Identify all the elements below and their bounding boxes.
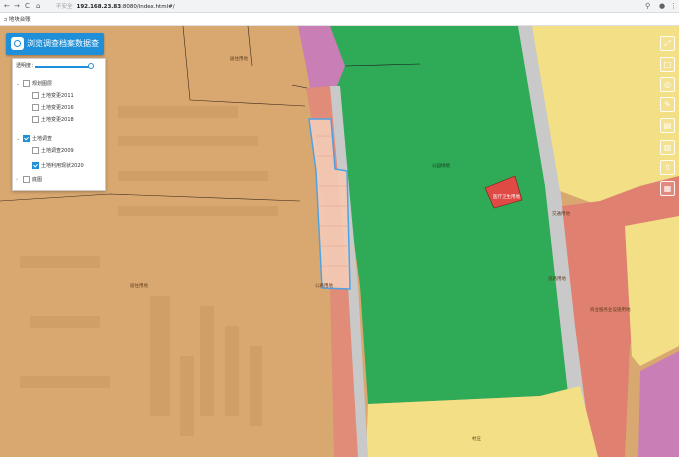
map-label: 交通用地 bbox=[552, 212, 570, 217]
map-label: 居住用地 bbox=[230, 57, 248, 62]
map-label: 公路用地 bbox=[315, 284, 333, 289]
export-icon[interactable]: ▤ bbox=[660, 118, 675, 133]
app-logo-icon bbox=[11, 37, 24, 50]
upload-icon[interactable]: ⇧ bbox=[660, 160, 675, 175]
layer-item[interactable]: 土地利用现状2020 bbox=[32, 162, 84, 171]
layer-label: 土地变更2011 bbox=[41, 93, 74, 99]
layer-item[interactable]: 土地变更2016 bbox=[32, 104, 74, 113]
zoom-extent-icon[interactable]: ⤢ bbox=[660, 36, 675, 51]
app-title-bar: 浏览调查档案数据查询系统 bbox=[6, 33, 104, 70]
layer-item[interactable]: 土地调查2009 bbox=[32, 147, 74, 156]
layer-checkbox[interactable] bbox=[23, 80, 30, 87]
menu-icon[interactable]: ⋮ bbox=[670, 1, 677, 11]
address-bar[interactable]: 不安全 192.168.23.83:8080/index.html#/ bbox=[56, 2, 175, 10]
layer-checkbox[interactable] bbox=[23, 176, 30, 183]
layer-item[interactable]: › 底图 bbox=[16, 176, 42, 185]
tab-title: 地块台账 bbox=[8, 17, 31, 23]
url-path: :8080/index.html#/ bbox=[121, 4, 175, 10]
map-label: 医疗卫生用地 bbox=[493, 195, 520, 200]
draw-icon[interactable]: ✎ bbox=[660, 97, 675, 112]
layer-checkbox[interactable] bbox=[32, 92, 39, 99]
layer-checkbox[interactable] bbox=[32, 104, 39, 111]
insecure-label: 不安全 bbox=[56, 4, 73, 10]
layer-checkbox[interactable] bbox=[32, 147, 39, 154]
print-icon[interactable]: ▦ bbox=[660, 181, 675, 196]
layer-checkbox[interactable] bbox=[32, 162, 39, 169]
layer-checkbox[interactable] bbox=[23, 135, 30, 142]
opacity-slider-handle[interactable] bbox=[88, 63, 94, 69]
select-icon[interactable]: □ bbox=[660, 57, 675, 72]
opacity-slider[interactable] bbox=[35, 66, 91, 68]
map-label: 商业服务业设施用地 bbox=[590, 308, 631, 313]
layer-label: 土地调查2009 bbox=[41, 148, 74, 154]
tab-bar: ↄ 地块台账 bbox=[0, 13, 679, 26]
layer-label: 规划图层 bbox=[32, 81, 53, 87]
opacity-label: 透明度： bbox=[16, 63, 37, 69]
layer-label: 土地变更2018 bbox=[41, 117, 74, 123]
layer-item[interactable]: ⌄ 规划图层 bbox=[16, 80, 52, 89]
layer-label: 土地利用现状2020 bbox=[41, 163, 84, 169]
back-icon[interactable]: ← bbox=[4, 1, 10, 11]
profile-icon[interactable]: ● bbox=[659, 1, 665, 11]
layer-item[interactable]: 土地变更2018 bbox=[32, 116, 74, 125]
chevron-down-icon[interactable]: ⌄ bbox=[16, 80, 23, 89]
layer-label: 底图 bbox=[32, 177, 43, 183]
map-label: 道路用地 bbox=[548, 277, 566, 282]
map-label: 村庄 bbox=[472, 437, 481, 442]
chevron-down-icon[interactable]: ⌄ bbox=[16, 135, 23, 144]
layer-panel: 透明度： ⌄ 规划图层 土地变更2011 土地变更2016 土地变更2018 ⌄ 土… bbox=[12, 58, 106, 191]
tab-current[interactable]: ↄ 地块台账 bbox=[4, 15, 31, 23]
home-icon[interactable]: ⌂ bbox=[36, 1, 40, 11]
reload-icon[interactable]: C bbox=[25, 1, 30, 11]
extensions-icon[interactable]: ⚲ bbox=[645, 1, 650, 11]
layer-label: 土地调查 bbox=[32, 136, 53, 142]
tab-icon: ↄ bbox=[4, 17, 8, 23]
layer-item[interactable]: ⌄ 土地调查 bbox=[16, 135, 52, 144]
delete-icon[interactable]: ▥ bbox=[660, 140, 675, 155]
url-host: 192.168.23.83 bbox=[76, 4, 122, 10]
forward-icon[interactable]: → bbox=[14, 1, 20, 11]
measure-icon[interactable]: ◎ bbox=[660, 77, 675, 92]
browser-toolbar: ← → C ⌂ 不安全 192.168.23.83:8080/index.html… bbox=[0, 0, 679, 13]
layer-checkbox[interactable] bbox=[32, 116, 39, 123]
map-label: 居住用地 bbox=[130, 284, 148, 289]
layer-item[interactable]: 土地变更2011 bbox=[32, 92, 74, 101]
map-label: 公园绿地 bbox=[432, 164, 450, 169]
layer-label: 土地变更2016 bbox=[41, 105, 74, 111]
chevron-right-icon[interactable]: › bbox=[16, 176, 23, 185]
